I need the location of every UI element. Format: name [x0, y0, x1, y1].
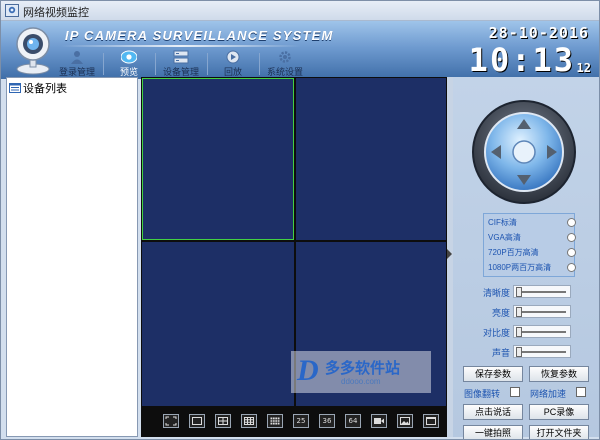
resolution-option-cif[interactable]: CIF标清 [488, 215, 576, 230]
system-title: IP CAMERA SURVEILLANCE SYSTEM [65, 28, 334, 43]
network-accel-label: 网络加速 [530, 389, 567, 399]
settings-gear-icon [279, 51, 291, 63]
app-window: 网络视频监控 IP CAMERA SURVEILLANCE SYSTEM 登录管… [0, 0, 600, 440]
preview-eye-icon [121, 50, 137, 64]
resolution-radio[interactable] [567, 218, 576, 227]
device-list-panel[interactable]: 设备列表 [6, 77, 138, 437]
brightness-slider-row: 亮度 [453, 303, 599, 323]
layout-9-icon[interactable] [241, 414, 257, 428]
nav-separator [207, 53, 208, 75]
snapshot-icon[interactable] [397, 414, 413, 428]
image-flip-checkbox[interactable] [510, 387, 520, 397]
clarity-slider-row: 清晰度 [453, 283, 599, 303]
title-underline [61, 45, 301, 47]
device-list-root[interactable]: 设备列表 [9, 80, 67, 95]
site-watermark: D 多多软件站 ddooo.com [291, 351, 431, 393]
layout-1-icon[interactable] [189, 414, 205, 428]
title-bar[interactable]: 网络视频监控 [1, 1, 599, 21]
video-pane-1[interactable] [142, 78, 294, 240]
control-panel: CIF标清 VGA高清 720P百万高清 1080P两百万高清 清晰度 亮度 对… [453, 77, 599, 439]
app-header: IP CAMERA SURVEILLANCE SYSTEM 登录管理 预览 设备… [1, 21, 599, 79]
nav-device-manage[interactable]: 设备管理 [157, 49, 205, 77]
record-icon[interactable] [371, 414, 387, 428]
video-pane-2[interactable] [296, 78, 446, 240]
resolution-label: CIF标清 [488, 218, 517, 227]
talk-button[interactable]: 点击说话 [463, 404, 523, 420]
nav-playback[interactable]: 回放 [209, 49, 257, 77]
window-title: 网络视频监控 [23, 7, 89, 19]
device-manage-icon [173, 50, 189, 64]
clarity-slider[interactable] [513, 285, 571, 298]
contrast-slider[interactable] [513, 325, 571, 338]
brightness-label: 亮度 [491, 308, 510, 318]
window-icon[interactable] [423, 414, 439, 428]
ptz-direction-pad[interactable] [471, 99, 577, 205]
pc-record-button[interactable]: PC录像 [529, 404, 589, 420]
contrast-slider-row: 对比度 [453, 323, 599, 343]
resolution-radio[interactable] [567, 248, 576, 257]
resolution-label: 1080P两百万高清 [488, 263, 552, 272]
current-seconds: 12 [576, 61, 591, 75]
image-flip-label: 图像翻转 [464, 389, 501, 399]
collapse-arrow-icon [447, 249, 452, 259]
snapshot-button[interactable]: 一键拍照 [463, 425, 523, 439]
layout-16-icon[interactable] [267, 414, 283, 428]
resolution-label: 720P百万高清 [488, 248, 539, 257]
resolution-option-vga[interactable]: VGA高清 [488, 230, 576, 245]
nav-separator [103, 53, 104, 75]
resolution-radio[interactable] [567, 233, 576, 242]
webcam-logo-icon [16, 27, 50, 75]
layout-64-button[interactable]: 64 [345, 414, 361, 428]
layout-4-icon[interactable] [215, 414, 231, 428]
network-accel-row: 网络加速 [530, 386, 590, 400]
resolution-option-1080p[interactable]: 1080P两百万高清 [488, 260, 576, 275]
watermark-name: 多多软件站 [325, 360, 401, 377]
video-toolbar: 25 36 64 [141, 407, 447, 437]
volume-slider[interactable] [513, 345, 571, 358]
nav-separator [259, 53, 260, 75]
image-flip-row: 图像翻转 [464, 386, 524, 400]
nav-login-manage[interactable]: 登录管理 [53, 49, 101, 77]
device-list-icon [9, 83, 21, 93]
user-login-icon [71, 51, 83, 64]
fullscreen-icon[interactable] [163, 414, 179, 428]
video-pane-3[interactable] [142, 242, 294, 406]
resolution-radio[interactable] [567, 263, 576, 272]
layout-36-button[interactable]: 36 [319, 414, 335, 428]
brightness-slider[interactable] [513, 305, 571, 318]
nav-preview[interactable]: 预览 [105, 49, 153, 77]
nav-system-settings[interactable]: 系统设置 [261, 49, 309, 77]
contrast-label: 对比度 [482, 328, 510, 338]
main-nav: 登录管理 预览 设备管理 回放 系统设置 [53, 49, 313, 77]
current-time: 10:13 [468, 41, 575, 79]
watermark-url: ddooo.com [341, 377, 381, 386]
resolution-group: CIF标清 VGA高清 720P百万高清 1080P两百万高清 [483, 213, 576, 277]
volume-slider-row: 声音 [453, 343, 599, 363]
device-list-label: 设备列表 [23, 83, 67, 95]
nav-separator [155, 53, 156, 75]
layout-25-button[interactable]: 25 [293, 414, 309, 428]
volume-label: 声音 [491, 348, 510, 358]
clock-display: 28-10-2016 10:13 12 [469, 23, 593, 79]
resolution-label: VGA高清 [488, 233, 521, 242]
open-folder-button[interactable]: 打开文件夹 [529, 425, 589, 439]
resolution-option-720p[interactable]: 720P百万高清 [488, 245, 576, 260]
app-icon [5, 4, 19, 17]
clarity-label: 清晰度 [482, 288, 510, 298]
playback-icon [226, 50, 240, 64]
current-date: 28-10-2016 [488, 24, 589, 42]
restore-params-button[interactable]: 恢复参数 [529, 366, 589, 382]
watermark-logo-icon: D [297, 354, 319, 387]
network-accel-checkbox[interactable] [576, 387, 586, 397]
save-params-button[interactable]: 保存参数 [463, 366, 523, 382]
